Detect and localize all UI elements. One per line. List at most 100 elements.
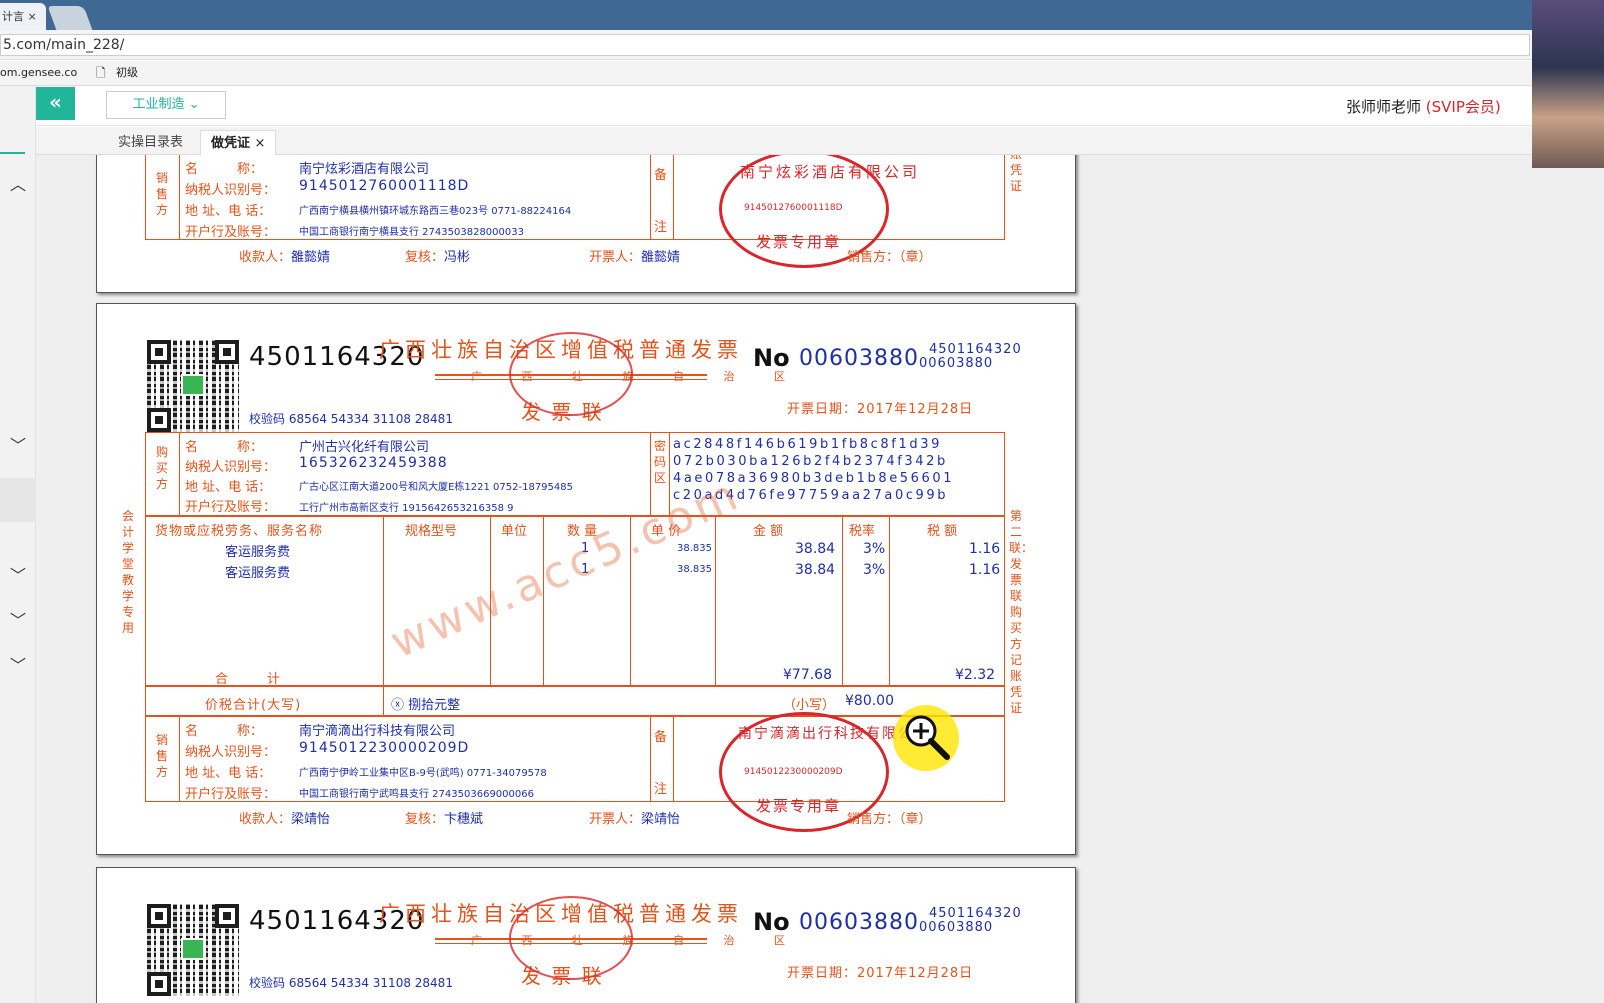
bookmarks-bar: om.gensee.co 🗋 初级: [0, 61, 1604, 86]
seller-tax-id: 9145012230000209D: [299, 740, 470, 756]
remark-label: 备: [654, 730, 668, 745]
grand-total-caps: ⓧ 捌拾元整: [391, 698, 461, 713]
address-label: 地 址、电 话：: [185, 204, 272, 219]
seller-tax-id: 9145012760001118D: [299, 178, 470, 194]
chevron-down-icon: ⌄: [188, 97, 200, 112]
browser-tab[interactable]: 计言 ×: [0, 3, 46, 30]
invoice-viewer[interactable]: 销售方 名 称： 南宁炫彩酒店有限公司 纳税人识别号： 914501276000…: [36, 155, 1604, 1003]
item-tax: 1.16: [969, 541, 1001, 557]
chevron-down-icon[interactable]: ﹀: [8, 611, 28, 631]
zoom-cursor: [893, 705, 959, 771]
cipher-label: 密码区: [653, 439, 666, 485]
sidebar-indicator: [0, 152, 25, 154]
reviewer: 卞穗斌: [444, 812, 484, 827]
address-input[interactable]: 5.com/main_228/: [0, 34, 1530, 56]
invoice-previous: 销售方 名 称： 南宁炫彩酒店有限公司 纳税人识别号： 914501276000…: [96, 155, 1076, 293]
sidebar: ︿ ﹀ ﹀ ﹀ ﹀: [0, 86, 36, 1003]
tab-catalog[interactable]: 实操目录表: [108, 130, 193, 155]
magnifier-icon: [905, 715, 950, 760]
column-header: 税 额: [927, 524, 958, 539]
presenter-video: [1532, 0, 1604, 168]
chevron-down-icon[interactable]: ﹀: [8, 566, 28, 586]
user-info[interactable]: 张师师老师 (SVIP会员): [1346, 96, 1501, 117]
item-price: 38.835: [677, 543, 712, 554]
bookmark-item[interactable]: om.gensee.co: [0, 61, 77, 85]
check-code: 校验码 68564 54334 31108 28481: [249, 412, 453, 426]
sidebar-item-active[interactable]: [0, 478, 36, 522]
name-label: 名 称：: [185, 724, 264, 739]
user-level: (SVIP会员): [1425, 98, 1501, 116]
item-rate: 3%: [863, 541, 886, 557]
bank-label: 开户行及账号：: [185, 225, 277, 240]
total-amount: ¥77.68: [783, 667, 832, 683]
seller-name: 南宁滴滴出行科技有限公司: [299, 724, 456, 739]
close-icon[interactable]: ×: [255, 136, 266, 151]
payee: 梁靖怡: [291, 812, 331, 827]
invoice-number: 00603880: [799, 910, 919, 935]
seller-section-label: 销售方: [155, 171, 168, 217]
item-price: 38.835: [677, 564, 712, 575]
seller-bank: 中国工商银行南宁横县支行 2743503828000033: [299, 227, 524, 238]
page-icon: 🗋: [96, 66, 106, 80]
tab-voucher[interactable]: 做凭证 ×: [200, 130, 277, 155]
column-header: 货物或应税劳务、服务名称: [155, 524, 324, 539]
check-code: 校验码 68564 54334 31108 28481: [249, 976, 453, 990]
tab-close-icon[interactable]: ×: [28, 10, 37, 23]
invoice-number-small: 00603880: [919, 920, 994, 935]
user-name: 张师师老师: [1346, 98, 1422, 116]
bank-label: 开户行及账号：: [185, 787, 277, 802]
column-header: 单位: [501, 524, 528, 539]
address-label: 地 址、电 话：: [185, 480, 272, 495]
item-rate: 3%: [863, 562, 886, 578]
industry-select[interactable]: 工业制造 ⌄: [106, 91, 226, 119]
column-header: 税率: [849, 524, 876, 539]
drawer-label: 开票人：: [589, 812, 642, 827]
name-label: 名 称：: [185, 162, 264, 177]
tab-label: 做凭证: [211, 136, 251, 151]
buyer-bank: 工行广州市高新区支行 1915642653216358 9: [299, 503, 514, 514]
seller-bank: 中国工商银行南宁武鸣县支行 2743503669000066: [299, 789, 534, 800]
seller-address: 广西南宁伊岭工业集中区B-9号(武鸣) 0771-34079578: [299, 768, 547, 779]
side-label-right: 第二联：发票联 购买方记账凭证: [1009, 509, 1034, 715]
chevron-up-icon[interactable]: ︿: [8, 175, 28, 195]
buyer-name: 广州古兴化纤有限公司: [299, 440, 430, 455]
bank-label: 开户行及账号：: [185, 500, 277, 515]
tax-id-label: 纳税人识别号：: [185, 460, 277, 475]
issue-date: 开票日期：2017年12月28日: [787, 966, 974, 981]
grand-total-label: 价税合计(大写): [205, 698, 302, 713]
chevron-down-icon[interactable]: ﹀: [8, 436, 28, 456]
side-label-left: 会计学堂教学专用: [121, 509, 134, 635]
payee: 雒懿婧: [291, 250, 331, 265]
buyer-address: 广古心区江南大道200号和风大厦E栋1221 0752-18795485: [299, 482, 573, 493]
tax-id-label: 纳税人识别号：: [185, 745, 277, 760]
qr-code: [147, 904, 239, 996]
tax-id-label: 纳税人识别号：: [185, 183, 277, 198]
bookmark-item[interactable]: 初级: [116, 61, 138, 85]
seller-name: 南宁炫彩酒店有限公司: [299, 162, 430, 177]
cipher-line: ac2848f146b619b1fb8c8f1d39: [673, 437, 942, 452]
remark-label: 备: [654, 168, 668, 183]
invoice-next: 4501164320 广西壮族自治区增值税普通发票 广 西 壮 族 自 治 区 …: [96, 867, 1076, 1003]
industry-label: 工业制造: [132, 97, 185, 112]
item-name: 客运服务费: [225, 545, 291, 560]
cipher-line: 072b030ba126b2f4b2374f342b: [673, 454, 948, 469]
no-label: No: [753, 344, 790, 372]
no-label: No: [753, 908, 790, 936]
payee-label: 收款人：: [239, 812, 292, 827]
chevron-down-icon[interactable]: ﹀: [8, 656, 28, 676]
name-label: 名 称：: [185, 440, 264, 455]
seller-seal-label: 销售方：（章）: [847, 812, 932, 827]
issue-date: 开票日期：2017年12月28日: [787, 402, 974, 417]
invoice-number-small: 00603880: [919, 356, 994, 371]
total-label: 合 计: [215, 672, 281, 687]
qr-code: [147, 340, 239, 432]
reviewer-label: 复核：: [405, 250, 445, 265]
drawer: 雒懿婧: [641, 250, 681, 265]
remark-label: 注: [654, 220, 668, 235]
drawer: 梁靖怡: [641, 812, 681, 827]
invoice-code-small: 4501164320: [929, 342, 1022, 357]
tab-title: 计言: [2, 10, 24, 23]
item-tax: 1.16: [969, 562, 1001, 578]
collapse-sidebar-button[interactable]: «: [36, 87, 75, 120]
remark-label: 注: [654, 782, 668, 797]
